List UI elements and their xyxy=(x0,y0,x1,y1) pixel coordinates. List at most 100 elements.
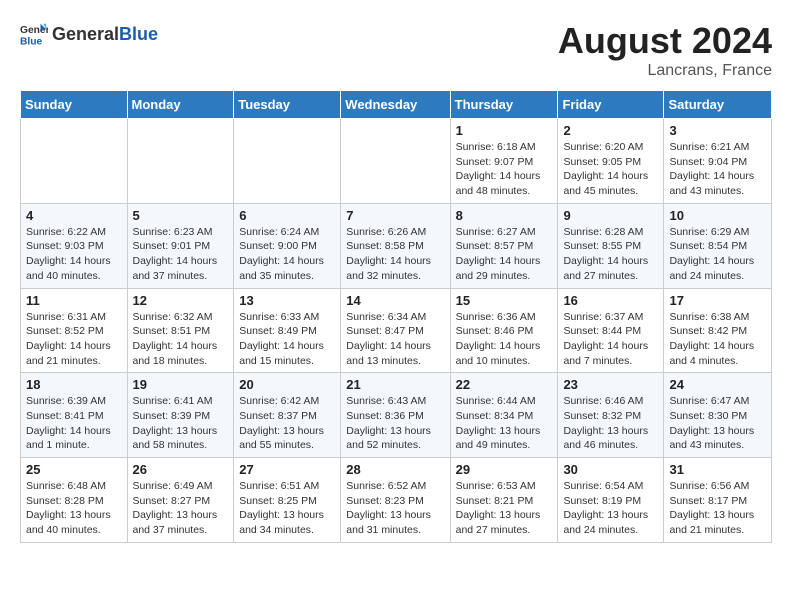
logo-blue-text: Blue xyxy=(119,24,158,44)
day-cell: 13 Sunrise: 6:33 AM Sunset: 8:49 PM Dayli… xyxy=(234,288,341,373)
day-number: 4 xyxy=(26,208,122,223)
day-info: Sunrise: 6:36 AM Sunset: 8:46 PM Dayligh… xyxy=(456,310,553,369)
week-row-4: 18 Sunrise: 6:39 AM Sunset: 8:41 PM Dayli… xyxy=(21,373,772,458)
day-number: 21 xyxy=(346,377,444,392)
day-cell: 30 Sunrise: 6:54 AM Sunset: 8:19 PM Dayli… xyxy=(558,458,664,543)
day-info: Sunrise: 6:49 AM Sunset: 8:27 PM Dayligh… xyxy=(133,479,229,538)
day-cell: 3 Sunrise: 6:21 AM Sunset: 9:04 PM Daylig… xyxy=(664,119,772,204)
col-header-sunday: Sunday xyxy=(21,91,128,119)
day-cell: 4 Sunrise: 6:22 AM Sunset: 9:03 PM Daylig… xyxy=(21,203,128,288)
day-info: Sunrise: 6:33 AM Sunset: 8:49 PM Dayligh… xyxy=(239,310,335,369)
day-number: 11 xyxy=(26,293,122,308)
col-header-wednesday: Wednesday xyxy=(341,91,450,119)
day-number: 31 xyxy=(669,462,766,477)
day-cell: 22Sunrise: 6:44 AM Sunset: 8:34 PM Dayli… xyxy=(450,373,558,458)
day-info: Sunrise: 6:52 AM Sunset: 8:23 PM Dayligh… xyxy=(346,479,444,538)
day-info: Sunrise: 6:32 AM Sunset: 8:51 PM Dayligh… xyxy=(133,310,229,369)
day-cell: 8Sunrise: 6:27 AM Sunset: 8:57 PM Daylig… xyxy=(450,203,558,288)
day-cell: 10 Sunrise: 6:29 AM Sunset: 8:54 PM Dayli… xyxy=(664,203,772,288)
day-number: 13 xyxy=(239,293,335,308)
week-row-1: 1 Sunrise: 6:18 AM Sunset: 9:07 PM Daylig… xyxy=(21,119,772,204)
day-info: Sunrise: 6:29 AM Sunset: 8:54 PM Dayligh… xyxy=(669,225,766,284)
day-number: 6 xyxy=(239,208,335,223)
day-cell: 7 Sunrise: 6:26 AM Sunset: 8:58 PM Daylig… xyxy=(341,203,450,288)
day-number: 1 xyxy=(456,123,553,138)
day-info: Sunrise: 6:43 AM Sunset: 8:36 PM Dayligh… xyxy=(346,394,444,453)
day-number: 15 xyxy=(456,293,553,308)
day-info: Sunrise: 6:48 AM Sunset: 8:28 PM Dayligh… xyxy=(26,479,122,538)
day-number: 5 xyxy=(133,208,229,223)
day-number: 23 xyxy=(563,377,658,392)
col-header-saturday: Saturday xyxy=(664,91,772,119)
title-area: August 2024 Lancrans, France xyxy=(558,20,772,80)
day-number: 14 xyxy=(346,293,444,308)
day-cell: 12Sunrise: 6:32 AM Sunset: 8:51 PM Dayli… xyxy=(127,288,234,373)
day-info: Sunrise: 6:24 AM Sunset: 9:00 PM Dayligh… xyxy=(239,225,335,284)
day-info: Sunrise: 6:28 AM Sunset: 8:55 PM Dayligh… xyxy=(563,225,658,284)
day-info: Sunrise: 6:53 AM Sunset: 8:21 PM Dayligh… xyxy=(456,479,553,538)
day-info: Sunrise: 6:46 AM Sunset: 8:32 PM Dayligh… xyxy=(563,394,658,453)
day-cell: 31Sunrise: 6:56 AM Sunset: 8:17 PM Dayli… xyxy=(664,458,772,543)
day-number: 27 xyxy=(239,462,335,477)
header-row: SundayMondayTuesdayWednesdayThursdayFrid… xyxy=(21,91,772,119)
day-cell: 11 Sunrise: 6:31 AM Sunset: 8:52 PM Dayli… xyxy=(21,288,128,373)
day-info: Sunrise: 6:22 AM Sunset: 9:03 PM Dayligh… xyxy=(26,225,122,284)
day-cell: 21 Sunrise: 6:43 AM Sunset: 8:36 PM Dayli… xyxy=(341,373,450,458)
day-info: Sunrise: 6:39 AM Sunset: 8:41 PM Dayligh… xyxy=(26,394,122,453)
day-info: Sunrise: 6:23 AM Sunset: 9:01 PM Dayligh… xyxy=(133,225,229,284)
day-cell: 15 Sunrise: 6:36 AM Sunset: 8:46 PM Dayli… xyxy=(450,288,558,373)
day-cell: 17Sunrise: 6:38 AM Sunset: 8:42 PM Dayli… xyxy=(664,288,772,373)
day-info: Sunrise: 6:44 AM Sunset: 8:34 PM Dayligh… xyxy=(456,394,553,453)
day-number: 29 xyxy=(456,462,553,477)
day-info: Sunrise: 6:31 AM Sunset: 8:52 PM Dayligh… xyxy=(26,310,122,369)
day-number: 20 xyxy=(239,377,335,392)
day-cell xyxy=(341,119,450,204)
day-number: 28 xyxy=(346,462,444,477)
day-cell xyxy=(21,119,128,204)
location: Lancrans, France xyxy=(558,62,772,80)
week-row-3: 11 Sunrise: 6:31 AM Sunset: 8:52 PM Dayli… xyxy=(21,288,772,373)
day-info: Sunrise: 6:21 AM Sunset: 9:04 PM Dayligh… xyxy=(669,140,766,199)
day-cell: 16 Sunrise: 6:37 AM Sunset: 8:44 PM Dayli… xyxy=(558,288,664,373)
day-cell: 24Sunrise: 6:47 AM Sunset: 8:30 PM Dayli… xyxy=(664,373,772,458)
logo-general-text: General xyxy=(52,24,119,44)
day-cell xyxy=(234,119,341,204)
week-row-2: 4 Sunrise: 6:22 AM Sunset: 9:03 PM Daylig… xyxy=(21,203,772,288)
day-number: 3 xyxy=(669,123,766,138)
svg-text:Blue: Blue xyxy=(20,36,43,47)
day-number: 30 xyxy=(563,462,658,477)
day-info: Sunrise: 6:37 AM Sunset: 8:44 PM Dayligh… xyxy=(563,310,658,369)
day-number: 26 xyxy=(133,462,229,477)
day-number: 18 xyxy=(26,377,122,392)
day-cell: 5 Sunrise: 6:23 AM Sunset: 9:01 PM Daylig… xyxy=(127,203,234,288)
day-cell: 19Sunrise: 6:41 AM Sunset: 8:39 PM Dayli… xyxy=(127,373,234,458)
day-number: 16 xyxy=(563,293,658,308)
svg-text:General: General xyxy=(20,25,48,36)
day-info: Sunrise: 6:18 AM Sunset: 9:07 PM Dayligh… xyxy=(456,140,553,199)
day-cell: 20Sunrise: 6:42 AM Sunset: 8:37 PM Dayli… xyxy=(234,373,341,458)
day-cell: 29 Sunrise: 6:53 AM Sunset: 8:21 PM Dayli… xyxy=(450,458,558,543)
day-cell: 26 Sunrise: 6:49 AM Sunset: 8:27 PM Dayli… xyxy=(127,458,234,543)
day-cell: 6 Sunrise: 6:24 AM Sunset: 9:00 PM Daylig… xyxy=(234,203,341,288)
day-cell: 18 Sunrise: 6:39 AM Sunset: 8:41 PM Dayli… xyxy=(21,373,128,458)
day-cell: 28 Sunrise: 6:52 AM Sunset: 8:23 PM Dayli… xyxy=(341,458,450,543)
day-cell: 9Sunrise: 6:28 AM Sunset: 8:55 PM Daylig… xyxy=(558,203,664,288)
day-number: 10 xyxy=(669,208,766,223)
day-number: 19 xyxy=(133,377,229,392)
day-cell xyxy=(127,119,234,204)
header: General Blue GeneralBlue August 2024 Lan… xyxy=(20,20,772,80)
day-info: Sunrise: 6:26 AM Sunset: 8:58 PM Dayligh… xyxy=(346,225,444,284)
col-header-thursday: Thursday xyxy=(450,91,558,119)
day-info: Sunrise: 6:38 AM Sunset: 8:42 PM Dayligh… xyxy=(669,310,766,369)
day-number: 7 xyxy=(346,208,444,223)
day-number: 2 xyxy=(563,123,658,138)
logo-icon: General Blue xyxy=(20,20,48,48)
day-cell: 25Sunrise: 6:48 AM Sunset: 8:28 PM Dayli… xyxy=(21,458,128,543)
day-cell: 27Sunrise: 6:51 AM Sunset: 8:25 PM Dayli… xyxy=(234,458,341,543)
day-info: Sunrise: 6:54 AM Sunset: 8:19 PM Dayligh… xyxy=(563,479,658,538)
day-number: 24 xyxy=(669,377,766,392)
logo: General Blue GeneralBlue xyxy=(20,20,158,48)
day-cell: 1 Sunrise: 6:18 AM Sunset: 9:07 PM Daylig… xyxy=(450,119,558,204)
month-year: August 2024 xyxy=(558,20,772,62)
day-info: Sunrise: 6:34 AM Sunset: 8:47 PM Dayligh… xyxy=(346,310,444,369)
